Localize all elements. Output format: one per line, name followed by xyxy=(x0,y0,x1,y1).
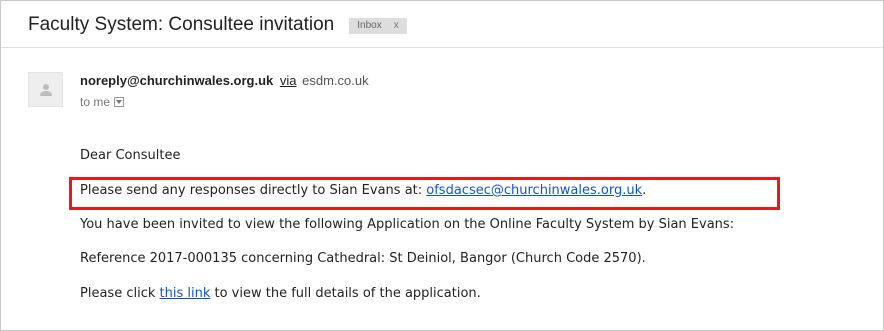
subject-row: Faculty System: Consultee invitation Inb… xyxy=(1,1,883,48)
sender-email[interactable]: noreply@churchinwales.org.uk xyxy=(80,73,273,88)
recipient-line: to me xyxy=(80,94,125,110)
email-view: Faculty System: Consultee invitation Inb… xyxy=(0,0,884,331)
remove-label-button[interactable]: x xyxy=(394,18,399,34)
click-prefix: Please click xyxy=(80,286,160,301)
inbox-label-badge[interactable]: Inbox x xyxy=(349,17,407,34)
body-invitation: You have been invited to view the follow… xyxy=(80,217,735,232)
click-suffix: to view the full details of the applicat… xyxy=(210,286,481,301)
person-silhouette-icon xyxy=(39,83,52,96)
highlight-annotation-box xyxy=(69,177,780,210)
sender-avatar xyxy=(28,72,63,107)
via-link[interactable]: via xyxy=(280,73,297,88)
body-reference: Reference 2017-000135 concerning Cathedr… xyxy=(80,251,646,266)
application-details-link[interactable]: this link xyxy=(160,286,211,301)
chevron-down-icon xyxy=(116,100,123,104)
email-subject: Faculty System: Consultee invitation xyxy=(28,13,335,35)
inbox-label-text: Inbox xyxy=(357,19,382,31)
show-details-button[interactable] xyxy=(114,97,125,107)
body-click-line: Please click this link to view the full … xyxy=(80,286,481,302)
recipient-text: to me xyxy=(80,95,111,109)
via-domain: esdm.co.uk xyxy=(302,73,369,88)
body-greeting: Dear Consultee xyxy=(80,148,181,163)
sender-line: noreply@churchinwales.org.uk via esdm.co… xyxy=(80,73,369,89)
